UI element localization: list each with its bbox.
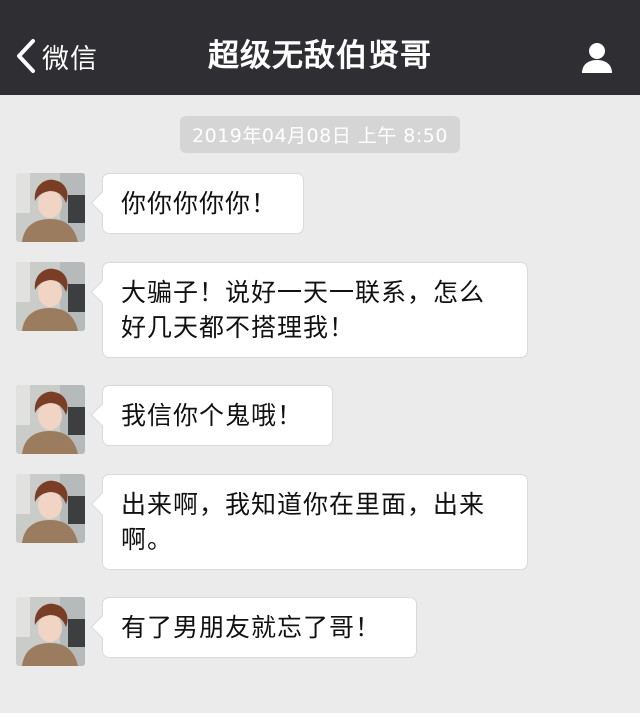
contact-avatar[interactable] bbox=[16, 385, 85, 454]
timestamp-row: 2019年04月08日 上午 8:50 bbox=[0, 116, 640, 153]
chat-info-button[interactable] bbox=[580, 40, 614, 74]
message-bubble[interactable]: 有了男朋友就忘了哥！ bbox=[102, 597, 417, 658]
navigation-bar: 微信 超级无敌伯贤哥 bbox=[0, 0, 640, 95]
message-bubble[interactable]: 大骗子！说好一天一联系，怎么好几天都不搭理我！ bbox=[102, 262, 528, 358]
contact-avatar[interactable] bbox=[16, 173, 85, 242]
avatar-image bbox=[16, 474, 85, 543]
person-icon bbox=[582, 43, 612, 73]
avatar-image bbox=[16, 385, 85, 454]
avatar-image bbox=[16, 173, 85, 242]
message-bubble[interactable]: 我信你个鬼哦！ bbox=[102, 385, 333, 446]
contact-avatar[interactable] bbox=[16, 262, 85, 331]
avatar-image bbox=[16, 597, 85, 666]
message-timestamp: 2019年04月08日 上午 8:50 bbox=[180, 116, 460, 153]
avatar-image bbox=[16, 262, 85, 331]
contact-avatar[interactable] bbox=[16, 474, 85, 543]
contact-avatar[interactable] bbox=[16, 597, 85, 666]
message-bubble[interactable]: 出来啊，我知道你在里面，出来啊。 bbox=[102, 474, 528, 570]
chat-title: 超级无敌伯贤哥 bbox=[208, 38, 432, 74]
message-bubble[interactable]: 你你你你你！ bbox=[102, 173, 304, 234]
